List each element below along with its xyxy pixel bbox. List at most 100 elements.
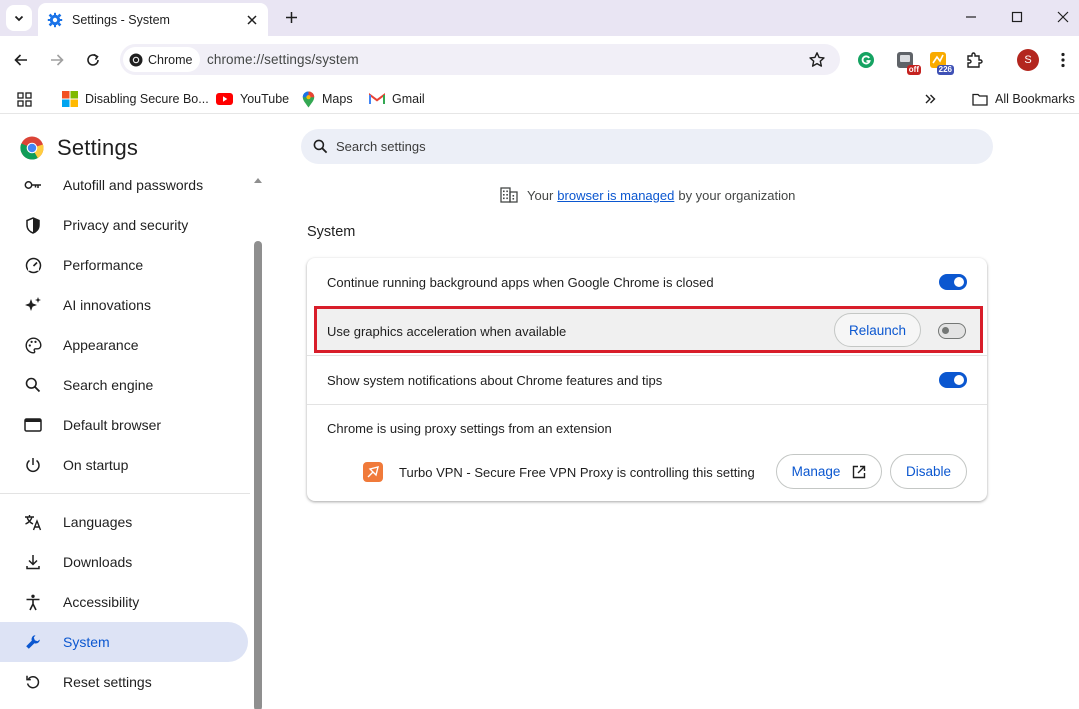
- minimize-icon: [966, 16, 976, 18]
- arrow-right-icon: [51, 54, 64, 66]
- scrollbar-thumb[interactable]: [254, 241, 262, 709]
- proxy-extension-row: Turbo VPN - Secure Free VPN Proxy is con…: [307, 452, 987, 492]
- sidebar-item-label: On startup: [63, 457, 129, 473]
- more-bookmarks-button[interactable]: [924, 89, 936, 109]
- bookmark-maps[interactable]: Maps: [302, 89, 353, 109]
- sidebar-item-ai-innovations[interactable]: AI innovations: [0, 285, 248, 325]
- bookmark-gmail[interactable]: Gmail: [369, 89, 425, 109]
- sidebar-item-default-browser[interactable]: Default browser: [0, 405, 248, 445]
- bookmark-disabling-secure-boot[interactable]: Disabling Secure Bo...: [62, 89, 209, 109]
- grammarly-extension[interactable]: [854, 48, 878, 72]
- address-bar[interactable]: Chrome chrome://settings/system: [120, 44, 840, 75]
- sidebar-item-system[interactable]: System: [0, 622, 248, 662]
- browser-managed-link[interactable]: browser is managed: [557, 188, 674, 203]
- sidebar-item-downloads[interactable]: Downloads: [0, 542, 248, 582]
- managed-suffix: by your organization: [678, 187, 796, 203]
- setting-row-background-apps[interactable]: Continue running background apps when Go…: [307, 258, 987, 306]
- sidebar-item-reset-settings[interactable]: Reset settings: [0, 662, 248, 702]
- bookmark-label: YouTube: [240, 92, 290, 106]
- site-info-chip[interactable]: Chrome: [123, 47, 200, 72]
- building-icon: [500, 187, 518, 203]
- chrome-menu-button[interactable]: [1051, 48, 1075, 72]
- sidebar-item-label: Privacy and security: [63, 217, 189, 233]
- power-icon: [26, 458, 40, 473]
- plus-icon: [285, 11, 297, 23]
- counter-extension[interactable]: 226: [926, 48, 954, 75]
- close-icon: [247, 14, 257, 25]
- bookmark-star-icon[interactable]: [808, 51, 826, 69]
- reset-icon: [26, 675, 40, 689]
- more-vert-icon: [1061, 52, 1065, 68]
- all-bookmarks-label: All Bookmarks: [995, 92, 1075, 106]
- tab-title: Settings - System: [72, 12, 170, 27]
- sidebar-item-label: Reset settings: [63, 674, 152, 690]
- notifications-toggle[interactable]: [939, 372, 967, 388]
- chrome-logo-icon: [20, 136, 44, 160]
- sidebar-item-autofill[interactable]: Autofill and passwords: [0, 165, 248, 205]
- forward-button[interactable]: [45, 48, 69, 72]
- url-text[interactable]: chrome://settings/system: [207, 52, 359, 67]
- tab-search-button[interactable]: [6, 5, 32, 31]
- sidebar-item-languages[interactable]: Languages: [0, 502, 248, 542]
- settings-brand: Settings: [20, 135, 138, 161]
- sidebar-item-label: Downloads: [63, 554, 133, 570]
- setting-row-graphics-acceleration[interactable]: Use graphics acceleration when available…: [314, 306, 983, 353]
- setting-row-notifications[interactable]: Show system notifications about Chrome f…: [307, 355, 987, 404]
- back-button[interactable]: [9, 48, 33, 72]
- sidebar-item-label: Default browser: [63, 417, 162, 433]
- sidebar-item-appearance[interactable]: Appearance: [0, 325, 248, 365]
- background-apps-toggle[interactable]: [939, 274, 967, 290]
- sidebar-item-performance[interactable]: Performance: [0, 245, 248, 285]
- reload-button[interactable]: [81, 48, 105, 72]
- shield-icon: [26, 216, 40, 234]
- apps-button[interactable]: [17, 89, 32, 109]
- sidebar-item-label: Accessibility: [63, 594, 140, 610]
- speedometer-icon: [25, 257, 41, 273]
- close-window-button[interactable]: [1040, 0, 1079, 34]
- scroll-up-arrow-icon[interactable]: [253, 175, 263, 185]
- extensions-menu-button[interactable]: [962, 48, 986, 72]
- bookmark-label: Gmail: [392, 92, 425, 106]
- sidebar-item-label: Performance: [63, 257, 144, 273]
- browser-window-icon: [24, 418, 42, 432]
- profile-avatar[interactable]: S: [1017, 49, 1039, 71]
- bookmarks-bar: Disabling Secure Bo... YouTube Maps Gmai…: [0, 84, 1079, 114]
- sidebar-item-label: AI innovations: [63, 297, 151, 313]
- adblock-extension[interactable]: off: [893, 48, 921, 75]
- gmail-logo-icon: [369, 93, 385, 104]
- sidebar-divider: [0, 493, 250, 494]
- sidebar-item-label: Autofill and passwords: [63, 177, 204, 193]
- close-tab-button[interactable]: [244, 12, 260, 28]
- bookmark-youtube[interactable]: YouTube: [216, 89, 289, 109]
- sidebar-item-accessibility[interactable]: Accessibility: [0, 582, 248, 622]
- search-input[interactable]: [336, 139, 936, 154]
- maps-pin-icon: [302, 91, 315, 107]
- settings-search-box[interactable]: [301, 129, 993, 164]
- arrow-left-icon: [14, 54, 27, 66]
- relaunch-button[interactable]: Relaunch: [834, 313, 921, 347]
- sidebar-item-on-startup[interactable]: On startup: [0, 445, 248, 485]
- chrome-logo-icon: [129, 53, 143, 66]
- sidebar-scrollbar[interactable]: [253, 175, 263, 709]
- settings-sidebar: Settings Autofill and passwords Privacy …: [0, 115, 265, 709]
- managed-notice: Your browser is managed by your organiza…: [500, 187, 795, 203]
- setting-label: Chrome is using proxy settings from an e…: [327, 421, 612, 436]
- graphics-acceleration-toggle[interactable]: [938, 323, 966, 339]
- page-title: Settings: [57, 135, 139, 160]
- tab-settings-system[interactable]: Settings - System: [38, 3, 268, 36]
- key-icon: [24, 181, 41, 189]
- folder-icon: [972, 93, 988, 106]
- sidebar-item-search-engine[interactable]: Search engine: [0, 365, 248, 405]
- disable-extension-button[interactable]: Disable: [890, 454, 967, 489]
- all-bookmarks-button[interactable]: All Bookmarks: [972, 89, 1075, 109]
- search-icon: [25, 377, 41, 393]
- sidebar-item-privacy[interactable]: Privacy and security: [0, 205, 248, 245]
- disable-button-label: Disable: [905, 464, 952, 479]
- manage-extension-button[interactable]: Manage: [776, 454, 882, 489]
- manage-button-label: Manage: [791, 464, 841, 479]
- maximize-button[interactable]: [994, 0, 1040, 34]
- setting-row-proxy: Chrome is using proxy settings from an e…: [307, 404, 987, 452]
- minimize-button[interactable]: [948, 0, 994, 34]
- new-tab-button[interactable]: [280, 6, 302, 28]
- translate-icon: [25, 514, 42, 530]
